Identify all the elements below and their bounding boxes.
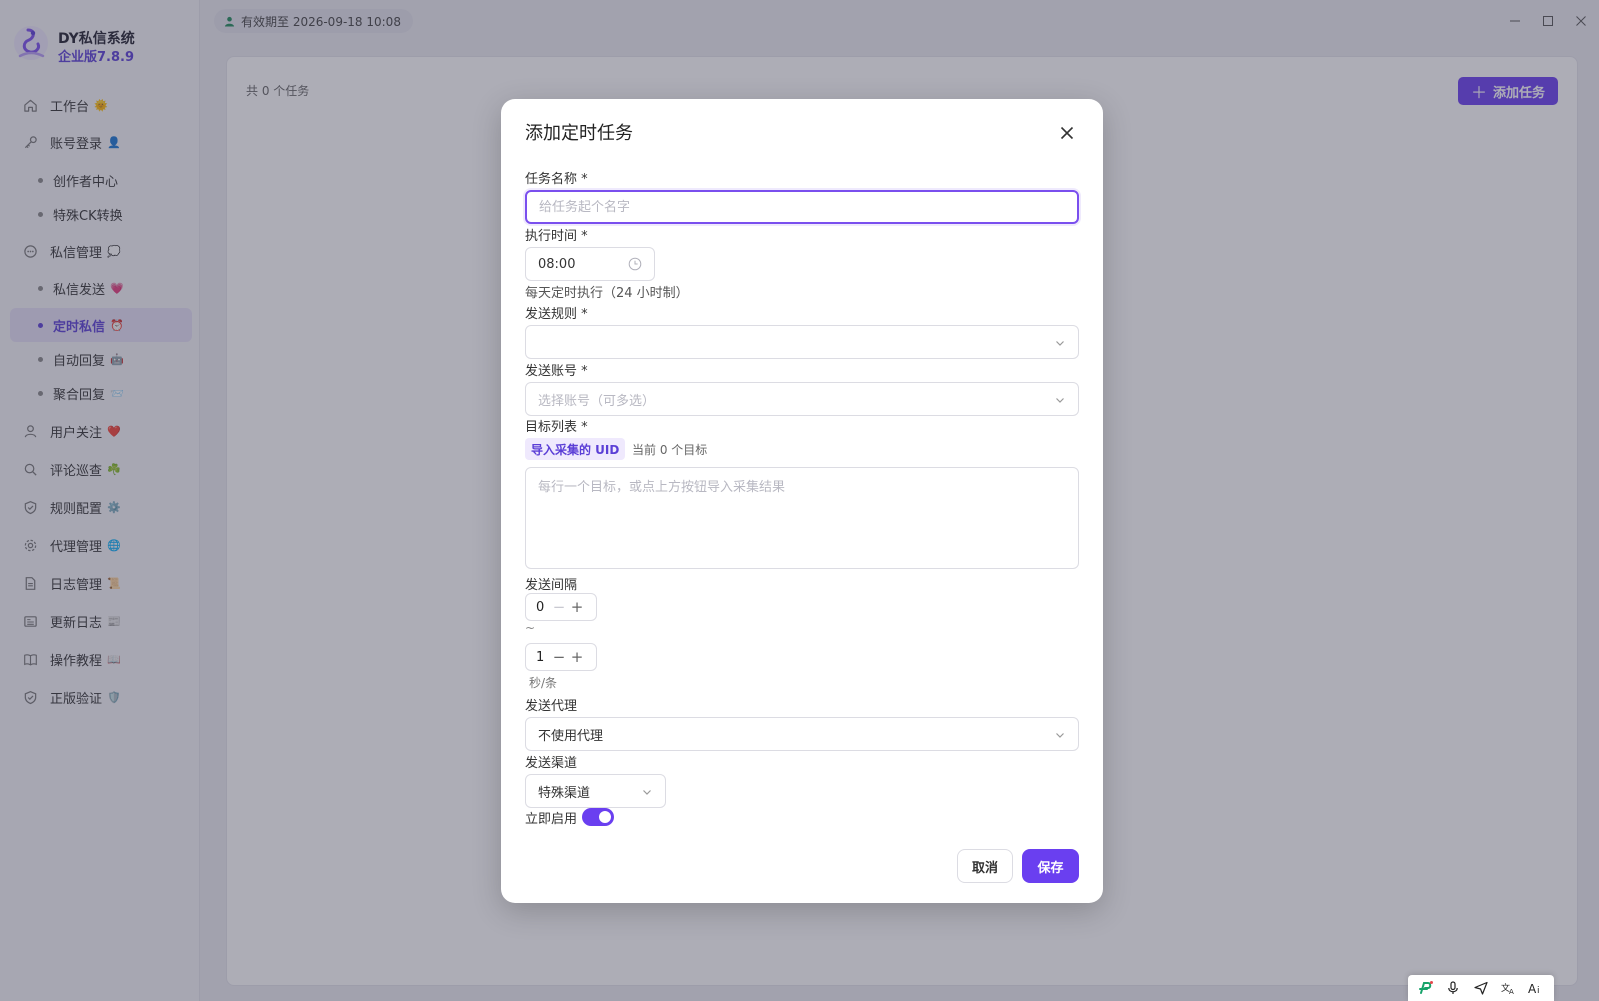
enable-label: 立即启用 [525,812,578,827]
send-icon[interactable] [1472,979,1490,997]
interval-unit: 秒/条 [529,676,558,690]
enable-toggle[interactable] [582,808,614,826]
cancel-button[interactable]: 取消 [957,849,1013,883]
exec-time-label: 执行时间 * [525,229,588,244]
interval-max-stepper[interactable]: 1 − + [525,643,597,671]
import-uid-button[interactable]: 导入采集的 UID [525,438,626,460]
send-rule-select[interactable] [525,325,1079,359]
exec-time-value: 08:00 [538,256,576,272]
send-rule-label: 发送规则 * [525,307,588,322]
interval-min-value: 0 [536,599,545,615]
minus-icon[interactable]: − [550,647,568,667]
channel-select[interactable]: 特殊渠道 [525,774,666,808]
send-account-placeholder: 选择账号（可多选） [538,393,656,409]
minus-icon[interactable]: − [550,597,568,617]
save-button[interactable]: 保存 [1022,849,1079,883]
svg-text:A: A [1528,982,1537,995]
target-list-textarea[interactable] [525,467,1079,569]
dialog-close-button[interactable] [1057,123,1077,143]
interval-separator: ~ [525,621,536,635]
target-list-label: 目标列表 * [525,420,588,435]
proxy-select[interactable]: 不使用代理 [525,717,1079,751]
plus-icon[interactable]: + [568,647,586,667]
target-count: 当前 0 个目标 [632,443,708,457]
interval-max-value: 1 [536,649,545,665]
task-name-label: 任务名称 * [525,172,588,187]
close-icon [1060,126,1074,140]
chevron-down-icon [1056,733,1064,738]
chevron-down-icon [1056,341,1064,346]
exec-time-picker[interactable]: 08:00 [525,247,655,281]
chevron-down-icon [643,790,651,795]
interval-min-stepper[interactable]: 0 − + [525,593,597,621]
toggle-knob [599,811,611,823]
plugin-logo-icon[interactable] [1417,979,1435,997]
chevron-down-icon [1056,398,1064,403]
clock-icon [628,257,642,271]
dialog-title: 添加定时任务 [525,123,633,144]
proxy-value: 不使用代理 [538,728,604,744]
floating-toolbar: 文A Ai [1408,975,1554,1001]
svg-text:A: A [1509,988,1514,995]
translate-icon[interactable]: 文A [1500,979,1518,997]
send-account-label: 发送账号 * [525,364,588,379]
channel-value: 特殊渠道 [538,785,591,801]
plus-icon[interactable]: + [568,597,586,617]
svg-text:i: i [1537,986,1540,995]
send-account-select[interactable]: 选择账号（可多选） [525,382,1079,416]
microphone-icon[interactable] [1444,979,1462,997]
interval-label: 发送间隔 [525,578,578,593]
channel-label: 发送渠道 [525,756,578,771]
task-name-input[interactable] [525,190,1079,224]
exec-time-hint: 每天定时执行（24 小时制） [525,286,689,301]
proxy-label: 发送代理 [525,699,578,714]
add-scheduled-task-dialog: 添加定时任务 任务名称 * 执行时间 * 08:00 每天定时执行（24 小时制… [501,99,1103,903]
ai-icon[interactable]: Ai [1527,979,1545,997]
